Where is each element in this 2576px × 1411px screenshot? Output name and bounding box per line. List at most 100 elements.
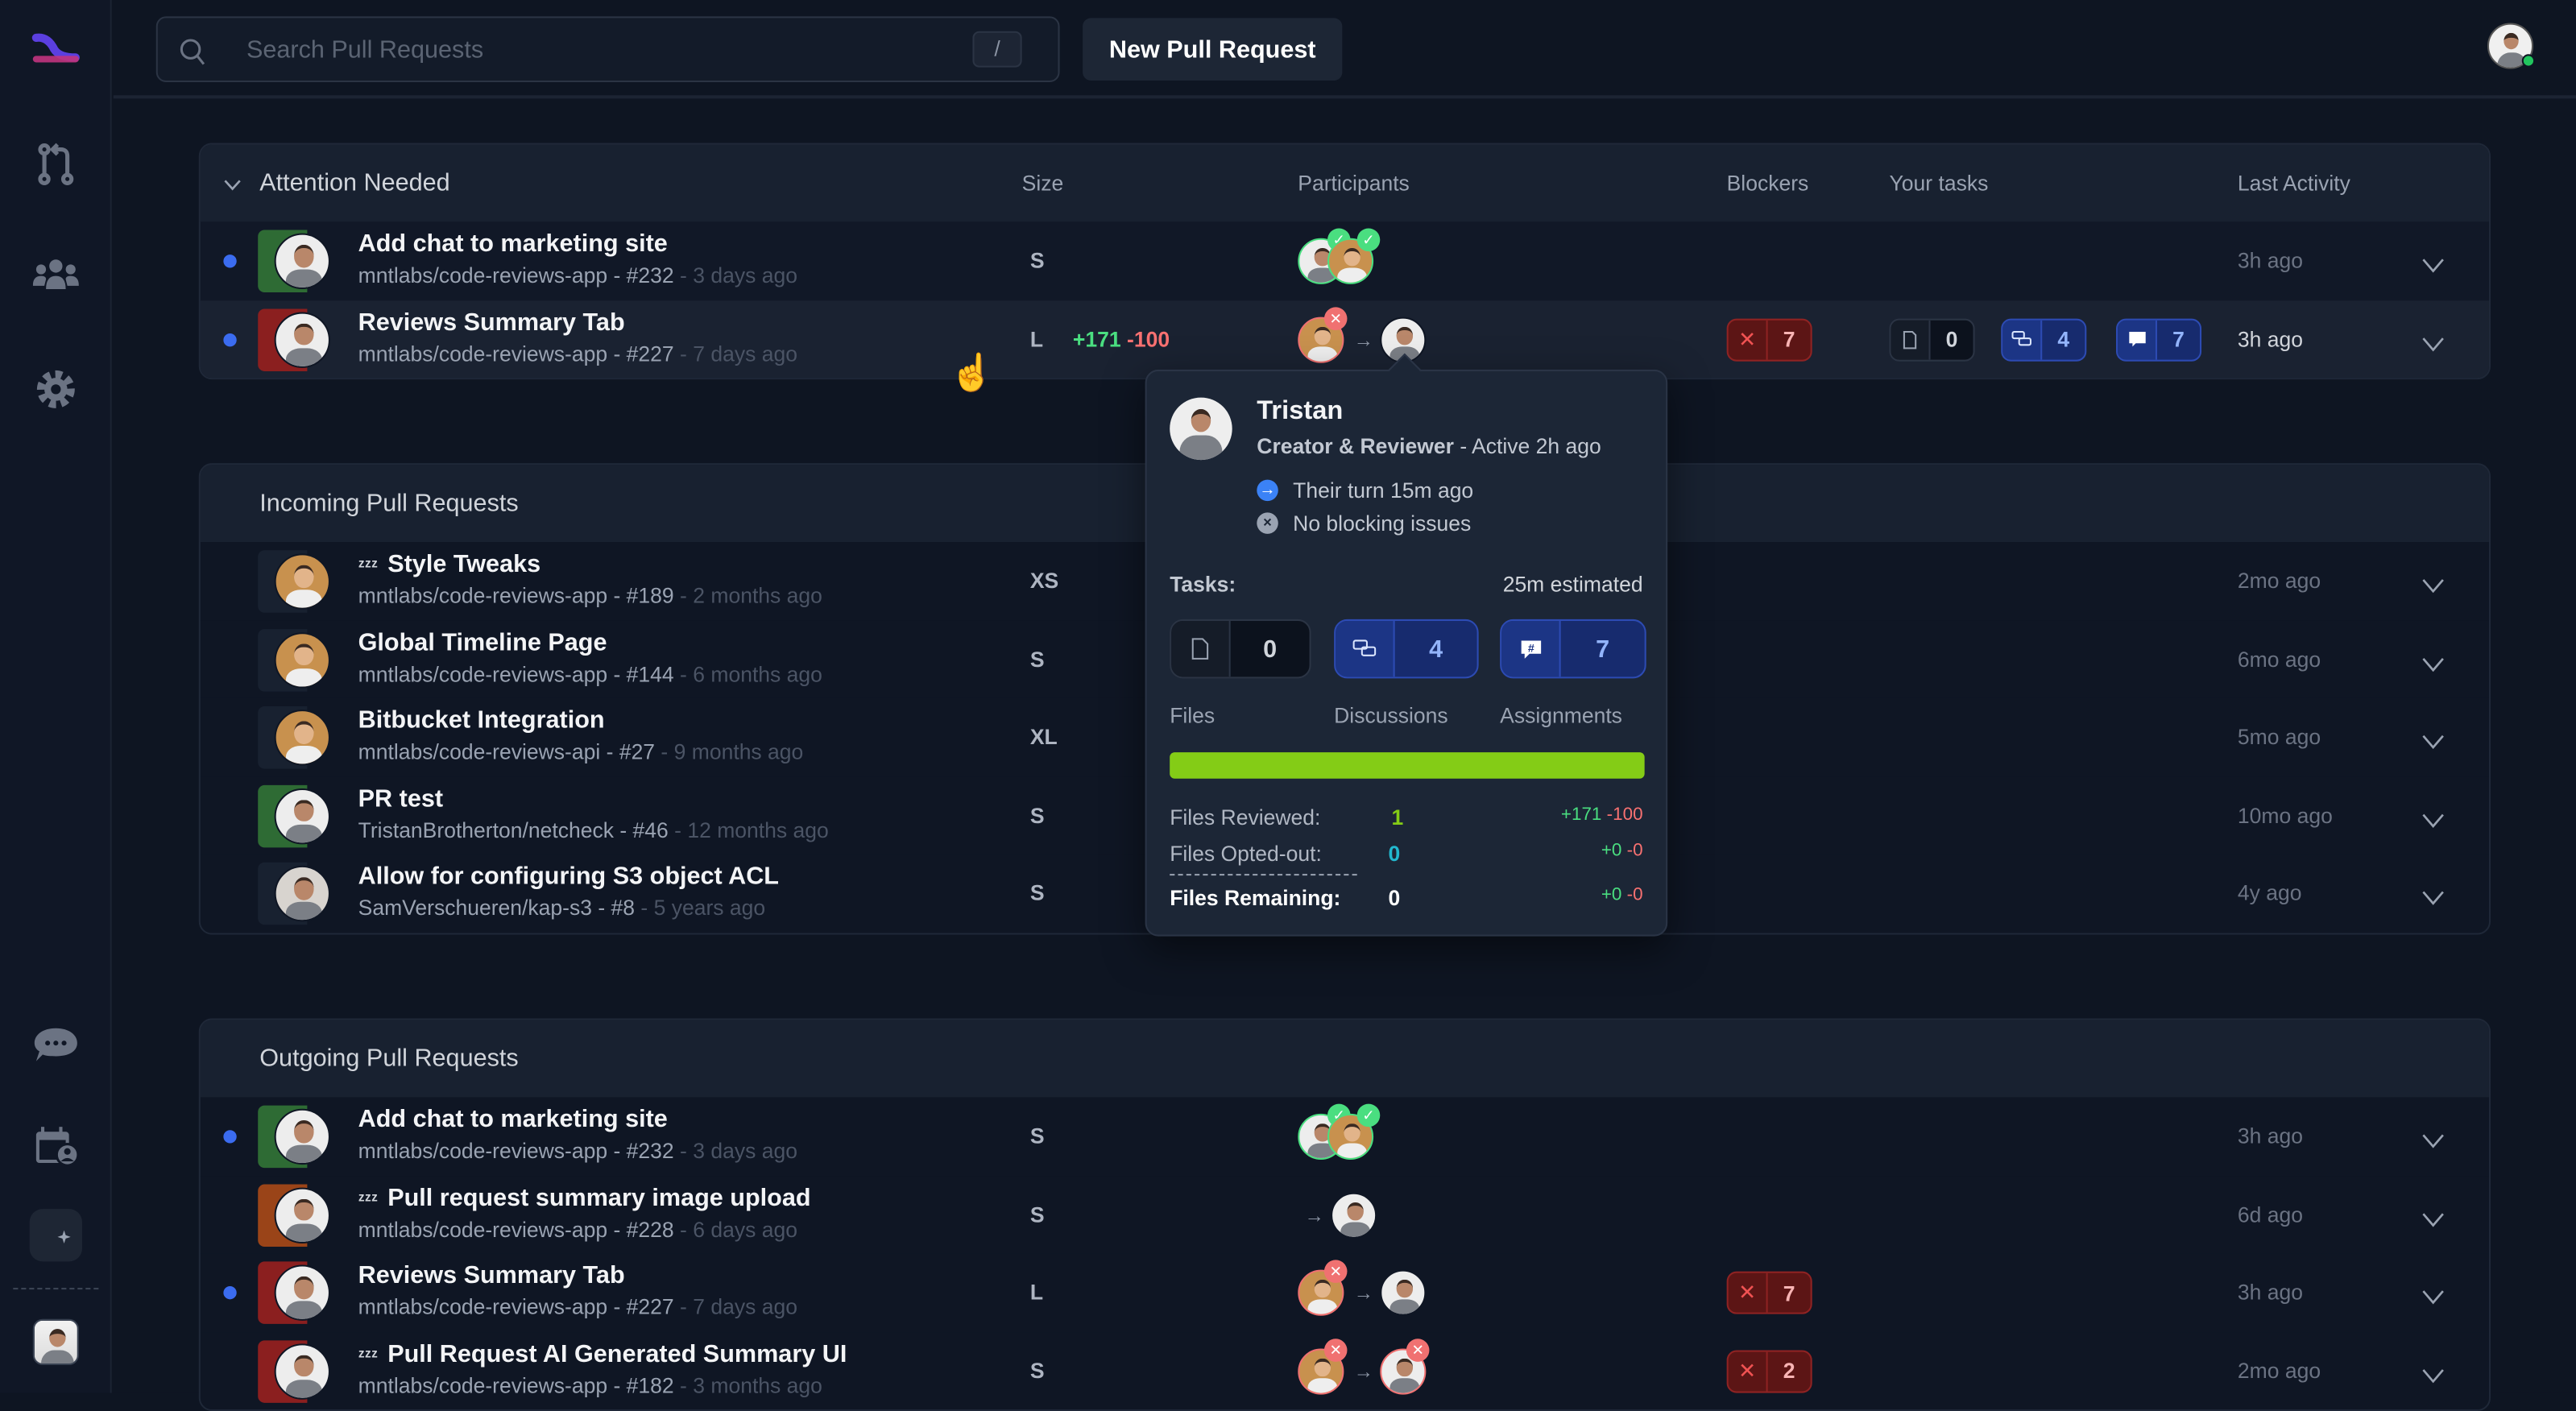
user-avatar[interactable] — [32, 1318, 79, 1365]
section-header[interactable]: Attention Needed Size Participants Blockers… — [200, 144, 2489, 222]
column-header-blockers[interactable]: Blockers — [1727, 171, 1809, 196]
pr-size: L — [1029, 325, 1044, 351]
pr-repo: mntlabs/code-reviews-app - #189 — [358, 583, 674, 608]
column-header-size[interactable]: Size — [1022, 171, 1064, 196]
pr-meta: mntlabs/code-reviews-app - #182 - 3 mont… — [358, 1372, 822, 1397]
remaining-additions: +0 — [1601, 885, 1622, 905]
opted-additions: +0 — [1601, 841, 1622, 861]
files-count: 0 — [1945, 326, 1958, 352]
pr-title[interactable]: Global Timeline Page — [358, 628, 607, 656]
pull-request-row[interactable]: Reviews Summary Tab mntlabs/code-reviews-… — [200, 300, 2489, 379]
column-header-participants[interactable]: Participants — [1298, 171, 1410, 196]
team-icon[interactable] — [30, 250, 82, 302]
last-activity: 4y ago — [2237, 880, 2302, 905]
author-avatar — [274, 311, 330, 367]
logo-icon[interactable] — [30, 23, 82, 76]
pr-title[interactable]: ᶻᶻᶻ Style Tweaks — [358, 550, 540, 578]
author-avatar — [274, 1108, 330, 1165]
column-header-tasks[interactable]: Your tasks — [1890, 171, 1989, 196]
expand-chevron-icon[interactable] — [2421, 572, 2448, 594]
new-pull-request-button[interactable]: New Pull Request — [1083, 18, 1343, 81]
pr-title-text: Reviews Summary Tab — [358, 308, 625, 337]
blockers-badge[interactable]: ✕ 2 — [1726, 1349, 1812, 1392]
files-task-badge[interactable]: 0 — [1170, 619, 1311, 679]
section-attention-needed: Attention Needed Size Participants Blockers… — [198, 143, 2491, 380]
blockers-badge[interactable]: ✕ 7 — [1726, 1271, 1812, 1314]
expand-chevron-icon[interactable] — [2421, 883, 2448, 905]
participant-role: Creator & Reviewer — [1257, 433, 1454, 459]
pr-title[interactable]: Add chat to marketing site — [358, 230, 668, 259]
pr-title-text: Style Tweaks — [387, 550, 541, 578]
pr-title[interactable]: Add chat to marketing site — [358, 1106, 668, 1134]
assignments-task-badge[interactable]: #7 — [1500, 619, 1646, 679]
pull-request-row[interactable]: Reviews Summary Tab mntlabs/code-reviews-… — [200, 1253, 2489, 1332]
pr-age: - 6 days ago — [673, 1216, 797, 1241]
pull-request-row[interactable]: ᶻᶻᶻ Pull Request AI Generated Summary UI m… — [200, 1331, 2489, 1409]
pull-request-row[interactable]: ᶻᶻᶻ Pull request summary image upload mntl… — [200, 1175, 2489, 1254]
author-avatar — [274, 865, 330, 922]
expand-chevron-icon[interactable] — [2421, 329, 2448, 351]
blockers-badge[interactable]: ✕ 7 — [1726, 317, 1812, 361]
files-remaining-label: Files Remaining: — [1170, 885, 1341, 910]
pr-title[interactable]: ᶻᶻᶻ Pull request summary image upload — [358, 1184, 811, 1212]
expand-chevron-icon[interactable] — [2421, 728, 2448, 750]
pr-age: - 12 months ago — [668, 817, 829, 842]
pr-title[interactable]: PR test — [358, 784, 443, 813]
expand-chevron-icon[interactable] — [2421, 1127, 2448, 1148]
pr-title[interactable]: ᶻᶻᶻ Pull Request AI Generated Summary UI — [358, 1339, 847, 1368]
expand-chevron-icon[interactable] — [2421, 251, 2448, 273]
participant-popover: Tristan Creator & Reviewer - Active 2h a… — [1145, 353, 1668, 937]
participant-avatar[interactable] — [1331, 1191, 1377, 1238]
pr-title[interactable]: Reviews Summary Tab — [358, 308, 625, 336]
author-avatar — [274, 1186, 330, 1243]
theme-toggle-icon[interactable] — [29, 1209, 82, 1262]
pr-size: S — [1029, 646, 1045, 672]
pr-meta: SamVerschueren/kap-s3 - #8 - 5 years ago — [358, 896, 766, 921]
snooze-icon: ᶻᶻᶻ — [358, 1190, 378, 1210]
assignments-task-badge[interactable]: 7 — [2116, 317, 2202, 361]
discussions-task-badge[interactable]: 4 — [2001, 317, 2087, 361]
approved-check-icon: ✓ — [1356, 228, 1381, 252]
pr-title[interactable]: Allow for configuring S3 object ACL — [358, 863, 779, 891]
expand-chevron-icon[interactable] — [2421, 1205, 2448, 1227]
pr-title[interactable]: Reviews Summary Tab — [358, 1261, 625, 1289]
author-avatar — [274, 631, 330, 688]
pr-meta: mntlabs/code-reviews-app - #228 - 6 days… — [358, 1216, 797, 1241]
pull-request-row[interactable]: Add chat to marketing site mntlabs/code-r… — [200, 1097, 2489, 1176]
pr-size: XL — [1029, 724, 1058, 750]
file-icon — [1891, 319, 1931, 359]
last-activity: 2mo ago — [2237, 1357, 2321, 1383]
search-input[interactable] — [246, 18, 937, 81]
expand-chevron-icon[interactable] — [2421, 650, 2448, 672]
expand-chevron-icon[interactable] — [2421, 1283, 2448, 1305]
chat-bubble-icon[interactable] — [30, 1019, 82, 1071]
search-box[interactable]: / — [155, 16, 1060, 82]
files-task-badge[interactable]: 0 — [1889, 317, 1975, 361]
chevron-down-icon[interactable] — [223, 179, 241, 191]
pull-request-row[interactable]: Add chat to marketing site mntlabs/code-r… — [200, 221, 2489, 300]
pr-title-text: Pull request summary image upload — [387, 1183, 811, 1212]
gear-icon[interactable] — [30, 363, 82, 416]
files-label: Files — [1170, 702, 1216, 728]
blockers-count: 7 — [1783, 326, 1795, 352]
arrow-right-icon: → — [1353, 1359, 1374, 1383]
pr-title[interactable]: Bitbucket Integration — [358, 706, 605, 734]
calendar-user-icon[interactable] — [30, 1120, 82, 1173]
pr-repo: mntlabs/code-reviews-app - #232 — [358, 263, 674, 288]
participant-avatar[interactable] — [1380, 1269, 1427, 1316]
pull-request-icon[interactable] — [30, 138, 82, 190]
files-opted-count: 0 — [1388, 841, 1401, 866]
expand-chevron-icon[interactable] — [2421, 805, 2448, 827]
pr-meta: mntlabs/code-reviews-api - #27 - 9 month… — [358, 739, 804, 764]
pr-repo: SamVerschueren/kap-s3 - #8 — [358, 895, 636, 921]
discussions-task-badge[interactable]: 4 — [1334, 619, 1479, 679]
expand-chevron-icon[interactable] — [2421, 1361, 2448, 1383]
rejected-x-icon: ✕ — [1406, 1338, 1430, 1361]
unread-indicator — [223, 1286, 237, 1300]
summary-divider — [1170, 874, 1357, 876]
discussions-label: Discussions — [1334, 702, 1448, 728]
pr-repo: mntlabs/code-reviews-app - #232 — [358, 1138, 674, 1164]
last-activity: 3h ago — [2237, 1279, 2304, 1305]
column-header-activity[interactable]: Last Activity — [2238, 171, 2350, 196]
section-header[interactable]: Outgoing Pull Requests — [200, 1020, 2489, 1098]
